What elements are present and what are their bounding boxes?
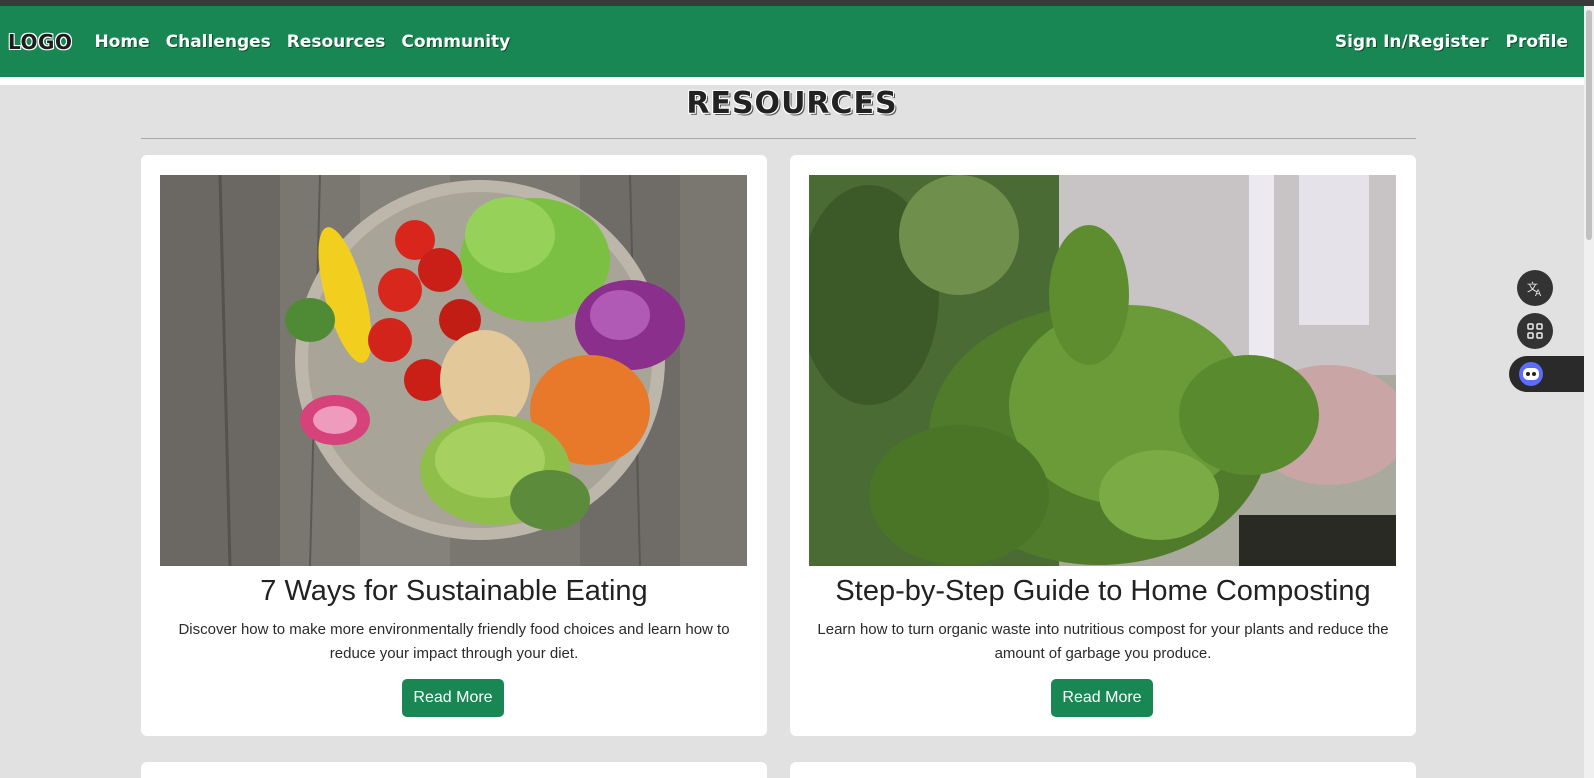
title-divider xyxy=(141,138,1416,139)
nav-link-profile[interactable]: Profile xyxy=(1506,32,1568,52)
card-description: Learn how to turn organic waste into nut… xyxy=(817,621,1389,662)
assistant-icon xyxy=(1519,362,1543,386)
page-scrollbar[interactable] xyxy=(1584,6,1594,778)
navbar: LOGO Home Challenges Resources Community… xyxy=(0,6,1584,77)
nav-right-group: Sign In/Register Profile xyxy=(1318,32,1584,52)
card-description: Discover how to make more environmentall… xyxy=(178,621,730,662)
salad-bowl-image xyxy=(160,175,747,566)
nav-link-challenges[interactable]: Challenges xyxy=(166,32,271,52)
read-more-button[interactable]: Read More xyxy=(1051,679,1153,717)
nav-link-sign-in-register[interactable]: Sign In/Register xyxy=(1335,32,1489,52)
navbar-underline xyxy=(0,77,1584,85)
apps-grid-icon[interactable] xyxy=(1517,313,1553,349)
resource-card-sustainable-eating: 7 Ways for Sustainable Eating Discover h… xyxy=(141,155,767,736)
resource-card-home-composting: Step-by-Step Guide to Home Composting Le… xyxy=(790,155,1416,736)
next-card-peek-right xyxy=(790,762,1416,778)
assistant-button[interactable] xyxy=(1509,356,1584,392)
nav-link-community[interactable]: Community xyxy=(401,32,510,52)
page-title: RESOURCES xyxy=(686,86,898,121)
scrollbar-thumb[interactable] xyxy=(1586,10,1592,240)
nav-link-home[interactable]: Home xyxy=(94,32,149,52)
svg-text:A: A xyxy=(1535,289,1542,297)
card-title: 7 Ways for Sustainable Eating xyxy=(260,575,648,607)
translate-icon[interactable]: 文A xyxy=(1517,270,1553,306)
card-title: Step-by-Step Guide to Home Composting xyxy=(835,575,1371,607)
logo[interactable]: LOGO xyxy=(8,30,72,54)
nav-link-resources[interactable]: Resources xyxy=(287,32,386,52)
read-more-button[interactable]: Read More xyxy=(402,679,504,717)
next-card-peek-left xyxy=(141,762,767,778)
herb-plant-image xyxy=(809,175,1396,566)
